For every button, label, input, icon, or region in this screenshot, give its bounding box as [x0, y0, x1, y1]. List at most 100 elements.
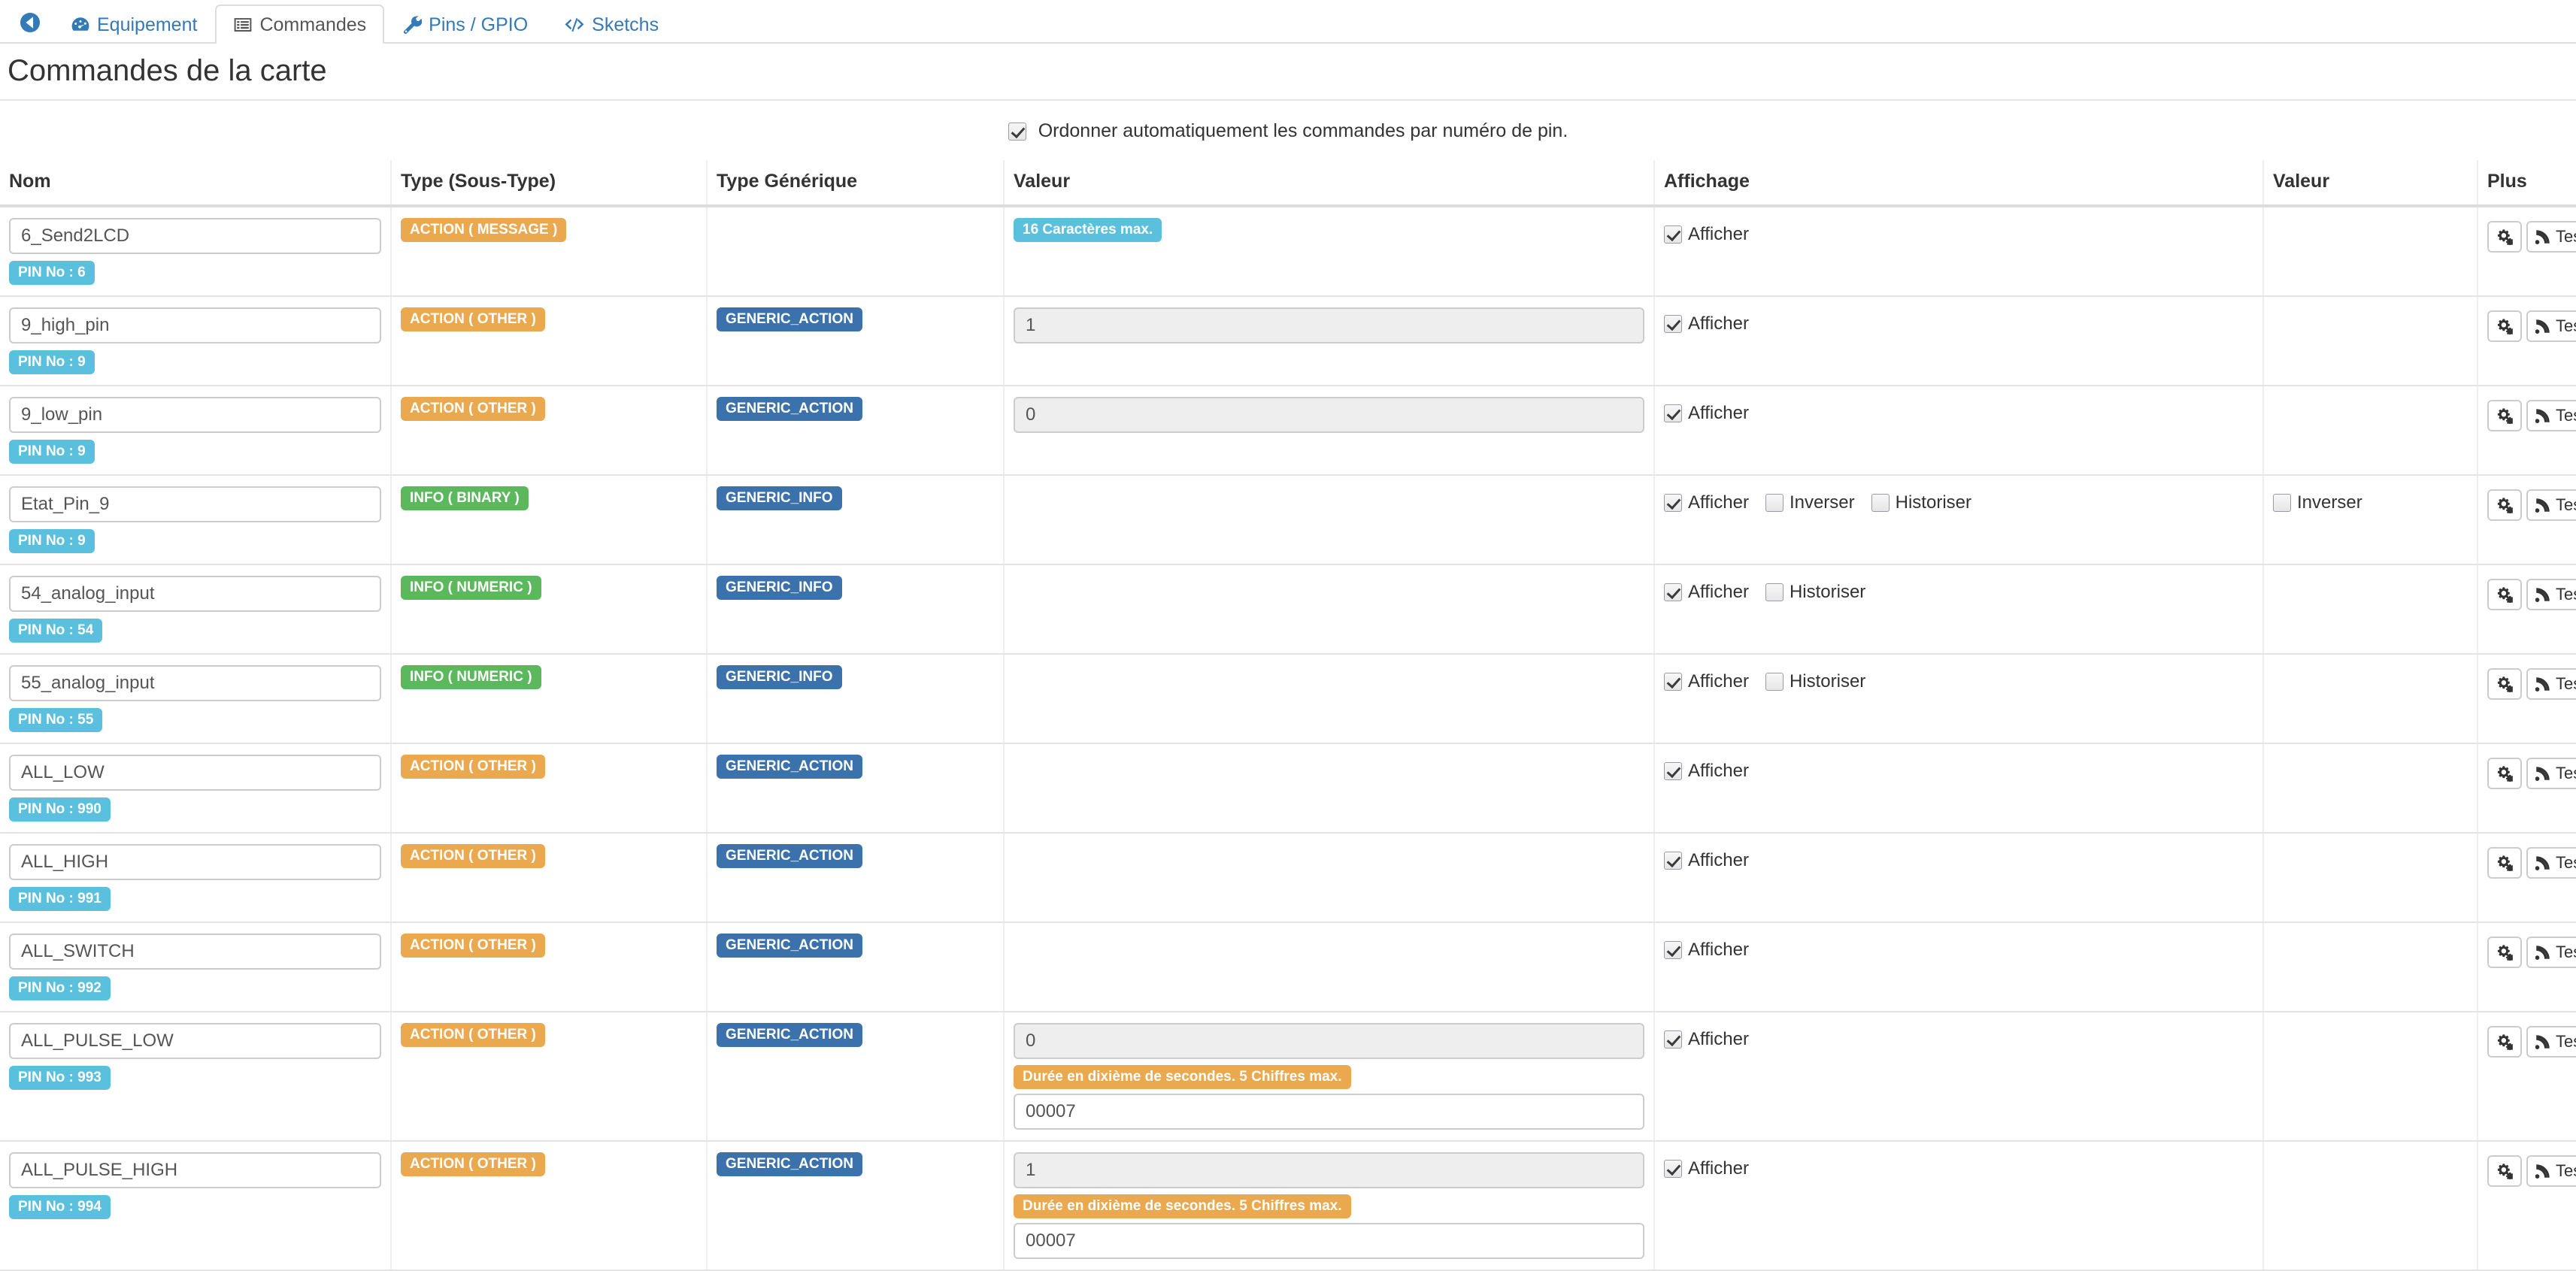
- generic-type-badge: GENERIC_INFO: [717, 486, 842, 510]
- configure-button[interactable]: [2487, 579, 2522, 610]
- tab-pins-gpio[interactable]: Pins / GPIO: [384, 5, 546, 44]
- afficher-checkbox[interactable]: [1664, 583, 1682, 601]
- command-name-input[interactable]: [9, 218, 381, 254]
- command-name-input[interactable]: [9, 934, 381, 970]
- tester-button[interactable]: Tester: [2526, 400, 2576, 431]
- configure-button[interactable]: [2487, 310, 2522, 342]
- tester-button[interactable]: Tester: [2526, 937, 2576, 968]
- value-input[interactable]: [1014, 307, 1644, 343]
- afficher-checkbox[interactable]: [1664, 1160, 1682, 1178]
- command-name-input[interactable]: [9, 1152, 381, 1188]
- type-badge: ACTION ( OTHER ): [401, 1152, 545, 1176]
- tester-button-label: Tester: [2556, 674, 2576, 693]
- rss-signal-icon: [2535, 229, 2550, 244]
- afficher-checkbox[interactable]: [1664, 315, 1682, 333]
- cell-valeur: [1003, 743, 1654, 834]
- generic-type-badge: GENERIC_ACTION: [717, 1152, 862, 1176]
- pin-number-badge: PIN No : 54: [9, 619, 103, 643]
- duration-input[interactable]: [1014, 1223, 1644, 1259]
- value-input[interactable]: [1014, 1152, 1644, 1188]
- command-name-input[interactable]: [9, 665, 381, 701]
- cell-valeur-secondary: [2262, 564, 2478, 655]
- inverser-checkbox[interactable]: [1765, 494, 1784, 512]
- command-name-input[interactable]: [9, 844, 381, 880]
- tester-button[interactable]: Tester: [2526, 1026, 2576, 1058]
- configure-button[interactable]: [2487, 758, 2522, 789]
- command-name-input[interactable]: [9, 755, 381, 791]
- tester-button[interactable]: Tester: [2526, 579, 2576, 610]
- pin-number-badge: PIN No : 9: [9, 529, 95, 553]
- afficher-checkbox[interactable]: [1664, 225, 1682, 244]
- afficher-checkbox[interactable]: [1664, 762, 1682, 780]
- configure-button[interactable]: [2487, 847, 2522, 879]
- generic-type-badge: GENERIC_ACTION: [717, 307, 862, 331]
- cell-type-generique: GENERIC_INFO: [706, 564, 1004, 655]
- tab-commandes[interactable]: Commandes: [215, 5, 385, 44]
- cell-valeur: Durée en dixième de secondes. 5 Chiffres…: [1003, 1012, 1654, 1142]
- tester-button[interactable]: Tester: [2526, 1155, 2576, 1187]
- afficher-checkbox[interactable]: [1664, 404, 1682, 422]
- tester-button[interactable]: Tester: [2526, 221, 2576, 253]
- tester-button-label: Tester: [2556, 227, 2576, 246]
- afficher-label: Afficher: [1688, 492, 1749, 513]
- generic-type-badge: GENERIC_ACTION: [717, 844, 862, 868]
- afficher-checkbox[interactable]: [1664, 941, 1682, 959]
- cogs-icon: [2496, 228, 2513, 245]
- header-plus: Plus: [2477, 160, 2576, 207]
- back-circle-icon[interactable]: [8, 3, 53, 42]
- configure-button[interactable]: [2487, 1155, 2522, 1187]
- pin-number-badge: PIN No : 992: [9, 976, 111, 1000]
- duration-input[interactable]: [1014, 1094, 1644, 1130]
- configure-button[interactable]: [2487, 400, 2522, 431]
- afficher-checkbox[interactable]: [1664, 494, 1682, 512]
- generic-type-badge: GENERIC_ACTION: [717, 1023, 862, 1047]
- table-row: PIN No : 9 ACTION ( OTHER ) GENERIC_ACTION…: [0, 386, 2576, 476]
- command-name-input[interactable]: [9, 576, 381, 612]
- tester-button[interactable]: Tester: [2526, 847, 2576, 879]
- afficher-checkbox[interactable]: [1664, 852, 1682, 870]
- cell-affichage: Afficher Historiser: [1653, 564, 2263, 655]
- rss-signal-icon: [2535, 319, 2550, 334]
- configure-button[interactable]: [2487, 221, 2522, 253]
- command-name-input[interactable]: [9, 1023, 381, 1059]
- cell-type-generique: GENERIC_ACTION: [706, 922, 1004, 1012]
- tester-button[interactable]: Tester: [2526, 758, 2576, 789]
- cell-affichage: Afficher: [1653, 833, 2263, 923]
- cell-valeur: [1003, 922, 1654, 1012]
- cogs-icon: [2496, 944, 2513, 961]
- tester-button[interactable]: Tester: [2526, 668, 2576, 700]
- historiser-label: Historiser: [1895, 492, 1971, 513]
- cell-affichage: Afficher: [1653, 1012, 2263, 1142]
- tab-sketchs[interactable]: Sketchs: [546, 5, 677, 44]
- afficher-checkbox[interactable]: [1664, 673, 1682, 691]
- cell-type-generique: GENERIC_INFO: [706, 654, 1004, 744]
- tester-button-label: Tester: [2556, 495, 2576, 514]
- value-input[interactable]: [1014, 397, 1644, 433]
- afficher-label: Afficher: [1688, 313, 1749, 334]
- configure-button[interactable]: [2487, 937, 2522, 968]
- list-alt-icon: [233, 15, 253, 35]
- configure-button[interactable]: [2487, 1026, 2522, 1058]
- configure-button[interactable]: [2487, 668, 2522, 700]
- order-automatically-checkbox[interactable]: [1008, 122, 1026, 141]
- tester-button[interactable]: Tester: [2526, 310, 2576, 342]
- configure-button[interactable]: [2487, 489, 2522, 521]
- command-name-input[interactable]: [9, 397, 381, 433]
- afficher-checkbox[interactable]: [1664, 1030, 1682, 1049]
- historiser-checkbox[interactable]: [1871, 494, 1890, 512]
- cell-valeur-secondary: [2262, 1012, 2478, 1142]
- valeur-inverser-checkbox[interactable]: [2273, 494, 2291, 512]
- table-row: PIN No : 991 ACTION ( OTHER ) GENERIC_ACTI…: [0, 833, 2576, 923]
- tester-button[interactable]: Tester: [2526, 489, 2576, 521]
- command-name-input[interactable]: [9, 307, 381, 343]
- afficher-label: Afficher: [1688, 403, 1749, 423]
- cell-type-generique: GENERIC_ACTION: [706, 743, 1004, 834]
- command-name-input[interactable]: [9, 486, 381, 522]
- tab-equipement[interactable]: Equipement: [53, 5, 215, 44]
- type-badge: INFO ( NUMERIC ): [401, 665, 541, 689]
- cell-type-generique: GENERIC_ACTION: [706, 386, 1004, 476]
- historiser-checkbox[interactable]: [1765, 583, 1784, 601]
- historiser-checkbox[interactable]: [1765, 673, 1784, 691]
- value-input[interactable]: [1014, 1023, 1644, 1059]
- cell-valeur-secondary: [2262, 1141, 2478, 1271]
